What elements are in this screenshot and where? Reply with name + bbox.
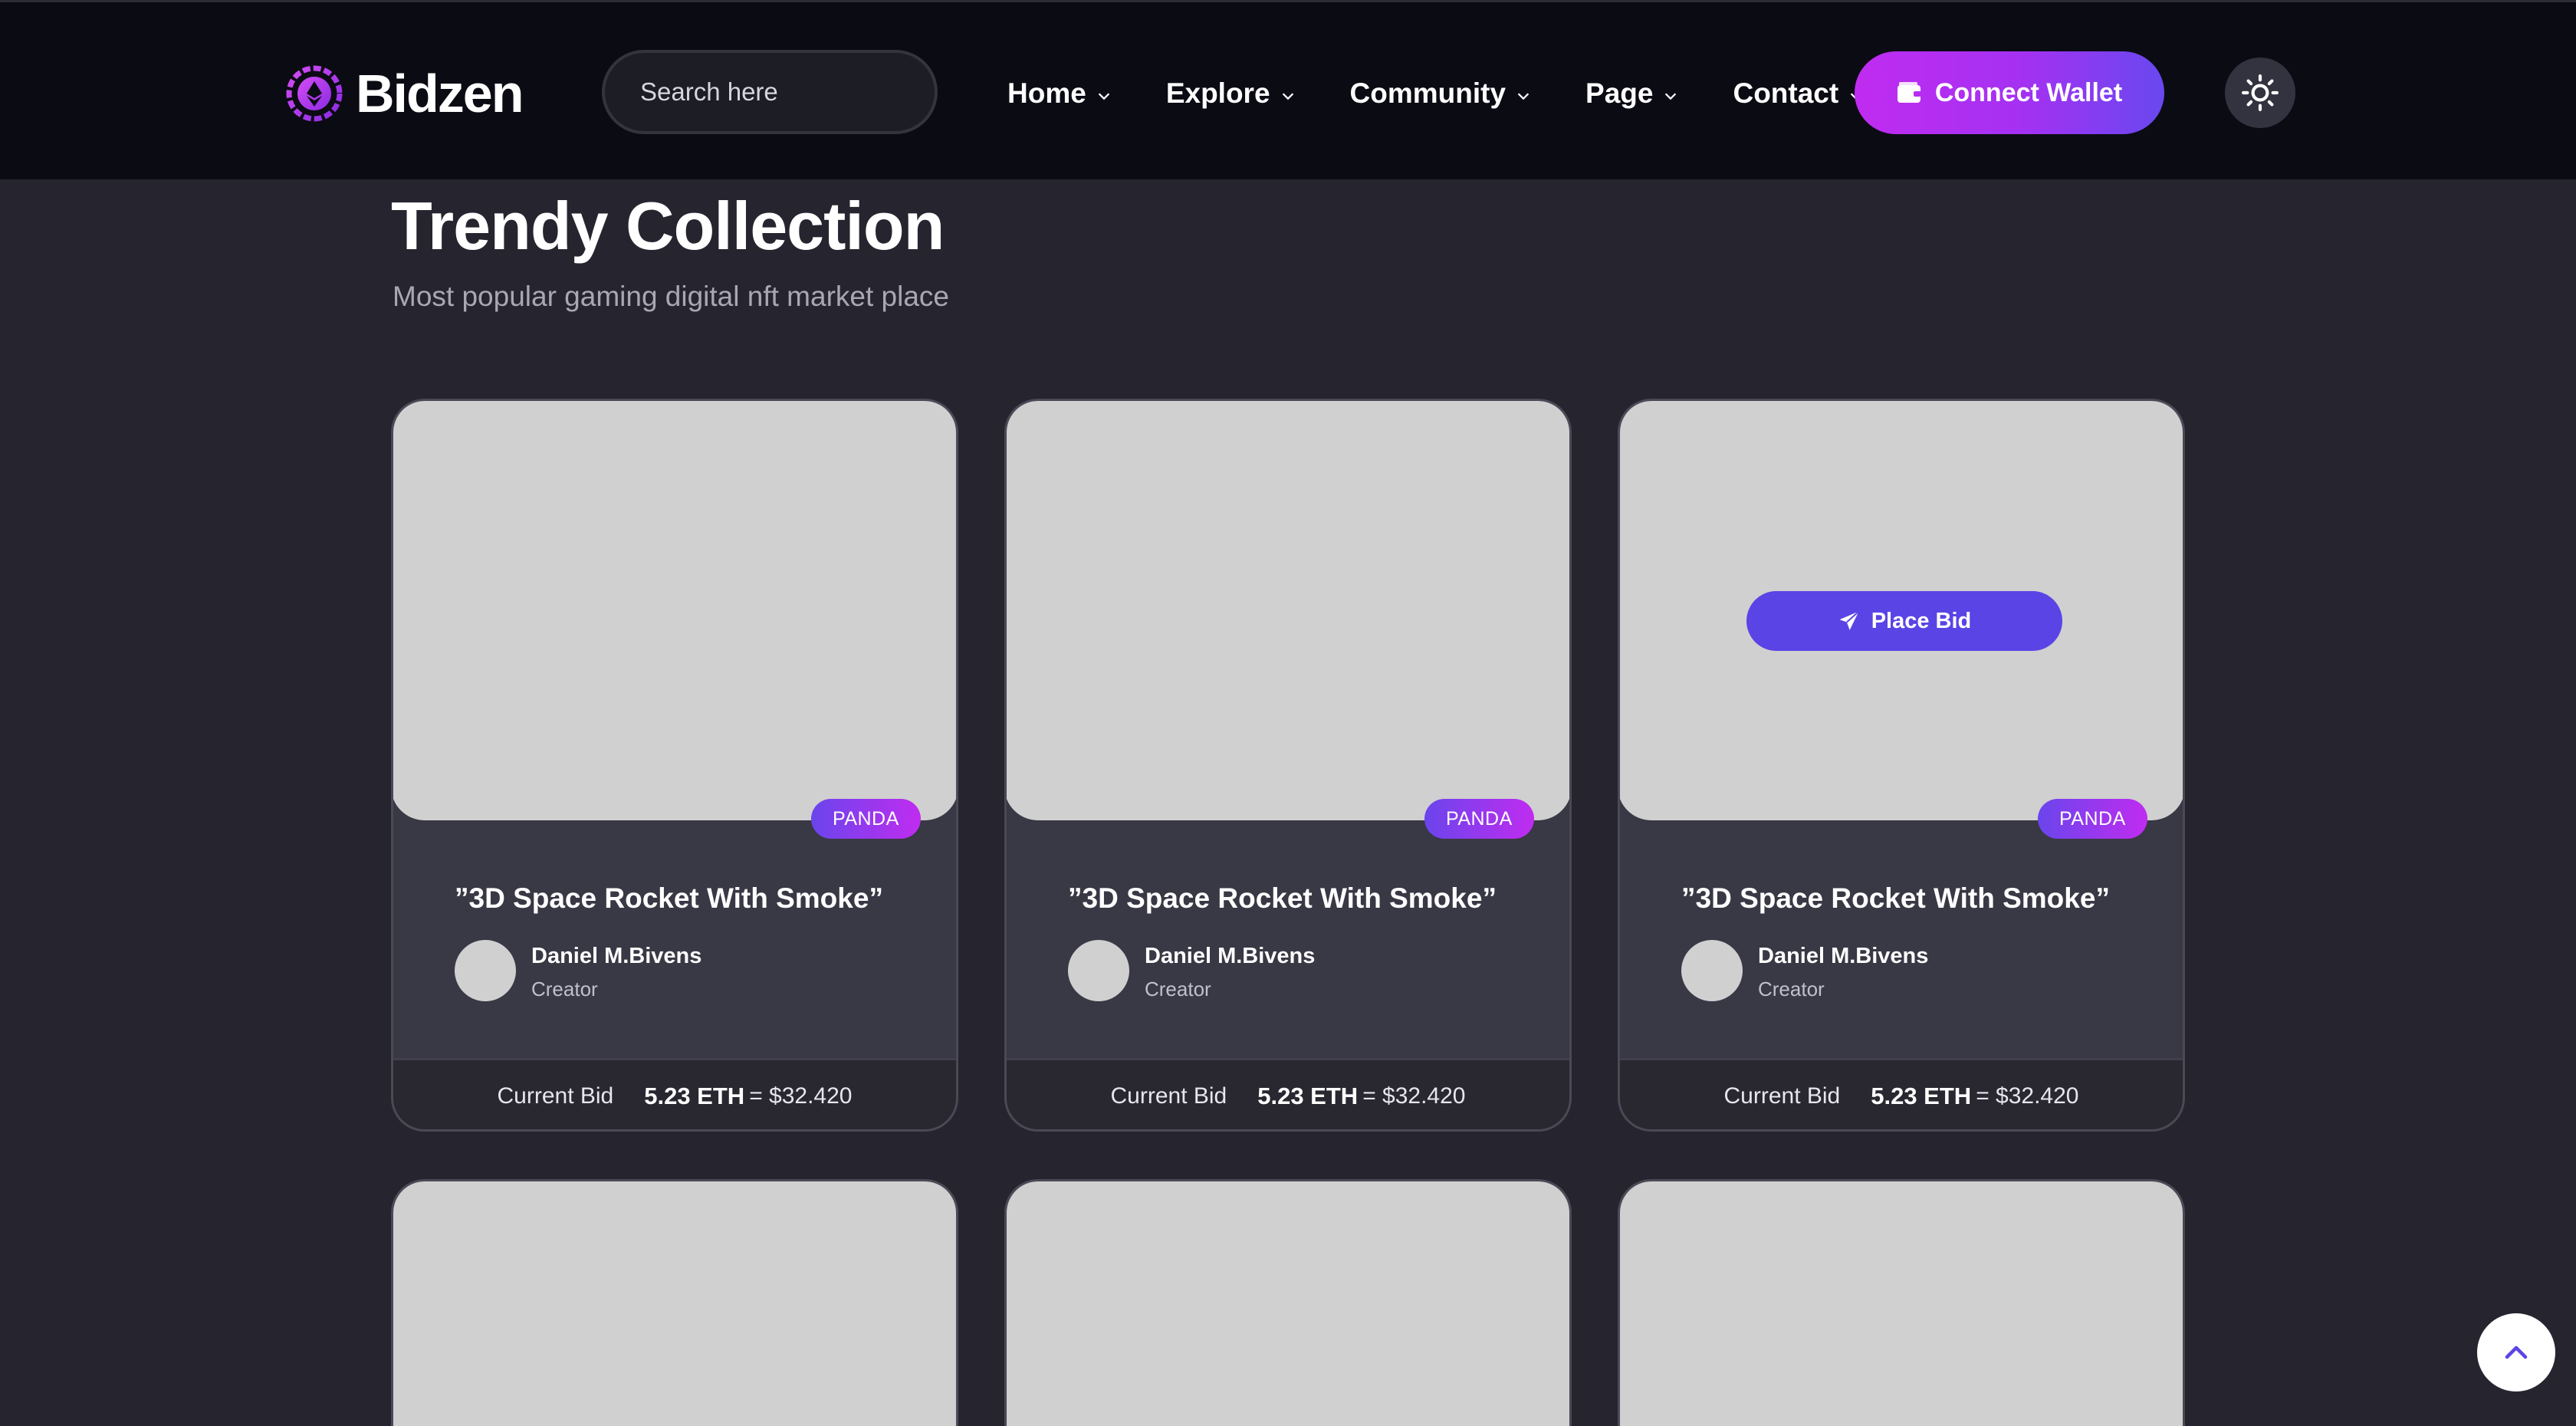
nav-item-contact[interactable]: Contact xyxy=(1733,77,1865,110)
current-bid-label: Current Bid xyxy=(1110,1083,1227,1109)
logo-mark-icon xyxy=(286,65,343,122)
creator-avatar[interactable] xyxy=(1681,940,1743,1001)
scroll-to-top-button[interactable] xyxy=(2477,1313,2555,1392)
nav-item-home[interactable]: Home xyxy=(1007,77,1112,110)
creator-avatar[interactable] xyxy=(1068,940,1129,1001)
brand-name: Bidzen xyxy=(356,64,524,123)
nft-title[interactable]: ”3D Space Rocket With Smoke” xyxy=(1681,882,2110,915)
bid-eth-value: 5.23 ETH xyxy=(1871,1082,1972,1109)
creator-role: Creator xyxy=(1758,978,1825,1001)
card-footer: Current Bid 5.23 ETH = $32.420 xyxy=(1007,1058,1569,1129)
nav-item-explore[interactable]: Explore xyxy=(1166,77,1296,110)
place-bid-button[interactable]: Place Bid xyxy=(1746,591,2062,651)
category-tag[interactable]: PANDA xyxy=(811,799,921,839)
category-tag[interactable]: PANDA xyxy=(1424,799,1534,839)
category-tag[interactable]: PANDA xyxy=(2038,799,2147,839)
creator-avatar[interactable] xyxy=(455,940,516,1001)
chevron-down-icon xyxy=(1665,93,1677,100)
nav-item-community[interactable]: Community xyxy=(1350,77,1533,110)
chevron-down-icon xyxy=(1282,93,1293,100)
nav-item-page[interactable]: Page xyxy=(1585,77,1679,110)
card-footer: Current Bid 5.23 ETH = $32.420 xyxy=(1620,1058,2183,1129)
card-footer: Current Bid 5.23 ETH = $32.420 xyxy=(393,1058,956,1129)
paper-plane-icon xyxy=(1839,610,1859,630)
nft-card[interactable]: Place Bid ”3D Space Rocket With Smoke” D… xyxy=(1618,399,2185,1132)
connect-wallet-button[interactable]: Connect Wallet xyxy=(1855,51,2164,134)
nft-card[interactable]: ”3D Space Rocket With Smoke” Daniel M.Bi… xyxy=(1004,399,1572,1132)
nav-item-label: Contact xyxy=(1733,77,1839,109)
top-navbar: Bidzen Home Explore Community Page Conta… xyxy=(0,0,2576,179)
creator-role: Creator xyxy=(1145,978,1211,1001)
search-box[interactable] xyxy=(602,50,966,134)
wallet-icon xyxy=(1897,82,1921,103)
nft-image[interactable] xyxy=(393,401,956,820)
creator-name[interactable]: Daniel M.Bivens xyxy=(1758,944,1928,969)
nft-card[interactable]: ”3D Space Rocket With Smoke” Daniel M.Bi… xyxy=(391,399,958,1132)
nav-item-label: Home xyxy=(1007,77,1086,109)
chevron-up-icon xyxy=(2505,1346,2528,1359)
theme-toggle-button[interactable] xyxy=(2225,58,2295,128)
chevron-down-icon xyxy=(1517,93,1530,100)
section-subtitle: Most popular gaming digital nft market p… xyxy=(393,281,949,312)
bid-usd-value: = $32.420 xyxy=(1976,1083,2079,1109)
nav-item-label: Page xyxy=(1585,77,1654,109)
section-title: Trendy Collection xyxy=(391,188,945,264)
nav-item-label: Explore xyxy=(1165,77,1270,109)
creator-name[interactable]: Daniel M.Bivens xyxy=(531,944,702,969)
place-bid-label: Place Bid xyxy=(1871,608,1972,633)
creator-role: Creator xyxy=(531,978,598,1001)
nft-card-image-partial[interactable] xyxy=(1618,1179,2185,1426)
nav-item-label: Community xyxy=(1349,77,1506,109)
current-bid-label: Current Bid xyxy=(1723,1083,1841,1109)
nft-title[interactable]: ”3D Space Rocket With Smoke” xyxy=(1068,882,1497,915)
creator-name[interactable]: Daniel M.Bivens xyxy=(1145,944,1315,969)
bid-usd-value: = $32.420 xyxy=(749,1083,853,1109)
connect-wallet-label: Connect Wallet xyxy=(1934,77,2123,107)
nft-card-image-partial[interactable] xyxy=(391,1179,958,1426)
nft-title[interactable]: ”3D Space Rocket With Smoke” xyxy=(455,882,883,915)
nft-card-image-partial[interactable] xyxy=(1004,1179,1572,1426)
current-bid-label: Current Bid xyxy=(497,1083,614,1109)
sun-icon xyxy=(2242,74,2279,111)
bid-eth-value: 5.23 ETH xyxy=(1257,1082,1359,1109)
bid-eth-value: 5.23 ETH xyxy=(644,1082,745,1109)
brand-logo[interactable]: Bidzen xyxy=(284,59,524,128)
search-input[interactable] xyxy=(640,77,966,107)
bid-usd-value: = $32.420 xyxy=(1362,1083,1466,1109)
nft-image[interactable] xyxy=(1007,401,1569,820)
chevron-down-icon xyxy=(1098,93,1110,100)
main-nav: Home Explore Community Page Contact xyxy=(1007,59,1865,128)
